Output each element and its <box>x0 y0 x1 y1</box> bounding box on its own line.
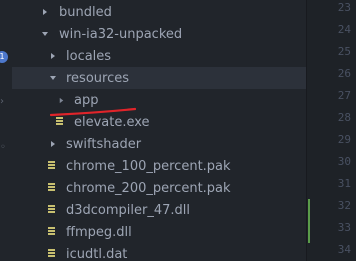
tree-item-label: ffmpeg.dll <box>66 224 132 240</box>
tree-item-label: resources <box>66 70 130 86</box>
chevron-right-icon[interactable] <box>56 95 66 105</box>
file-explorer-tree: bundled win-ia32-unpacked locales resour… <box>12 0 306 261</box>
line-number: 25 <box>337 45 351 58</box>
line-number: 33 <box>337 221 351 234</box>
tree-item-chrome-200-percent[interactable]: chrome_200_percent.pak <box>12 177 306 199</box>
chevron-down-icon[interactable] <box>40 29 50 39</box>
line-number: 23 <box>337 1 351 14</box>
tree-item-swiftshader[interactable]: swiftshader <box>12 133 306 155</box>
tree-item-label: locales <box>66 48 112 64</box>
file-icon <box>48 227 56 238</box>
line-number: 31 <box>337 177 351 190</box>
line-number: 27 <box>337 89 351 102</box>
tree-item-win-ia32-unpacked[interactable]: win-ia32-unpacked <box>12 23 306 45</box>
tree-item-locales[interactable]: locales <box>12 45 306 67</box>
file-icon <box>48 183 56 194</box>
line-number: 26 <box>337 67 351 80</box>
chevron-right-icon[interactable] <box>40 7 50 17</box>
file-icon <box>48 161 56 172</box>
git-change-marker <box>308 221 310 243</box>
source-control-icon[interactable]: ◦ <box>0 143 6 153</box>
git-change-marker <box>308 199 310 221</box>
tree-item-label: chrome_200_percent.pak <box>66 180 231 196</box>
tree-item-d3dcompiler[interactable]: d3dcompiler_47.dll <box>12 199 306 221</box>
tree-item-icudtl[interactable]: icudtl.dat <box>12 243 306 261</box>
file-icon <box>56 117 64 128</box>
tree-item-label: swiftshader <box>66 136 142 152</box>
file-icon <box>48 205 56 216</box>
chevron-right-icon[interactable] <box>48 139 58 149</box>
tree-item-label: chrome_100_percent.pak <box>66 158 231 174</box>
chevron-right-icon[interactable] <box>48 51 58 61</box>
line-number: 29 <box>337 133 351 146</box>
line-number: 32 <box>337 199 351 212</box>
line-number: 28 <box>337 111 351 124</box>
tree-item-label: bundled <box>59 4 112 20</box>
tree-item-chrome-100-percent[interactable]: chrome_100_percent.pak <box>12 155 306 177</box>
notification-badge[interactable]: 1 <box>0 51 8 63</box>
file-icon <box>48 249 56 260</box>
line-number: 24 <box>337 23 351 36</box>
tree-item-ffmpeg[interactable]: ffmpeg.dll <box>12 221 306 243</box>
chevron-down-icon[interactable] <box>48 73 58 83</box>
tree-item-label: elevate.exe <box>74 114 150 130</box>
tree-item-label: app <box>74 92 99 108</box>
tree-item-label: icudtl.dat <box>66 246 128 261</box>
tree-item-elevate-exe[interactable]: elevate.exe <box>12 111 306 133</box>
tree-item-bundled[interactable]: bundled <box>12 1 306 23</box>
line-number-gutter: 23 24 25 26 27 28 29 30 31 32 33 34 <box>306 0 356 261</box>
tree-item-app[interactable]: app <box>12 89 306 111</box>
line-number: 30 <box>337 155 351 168</box>
line-number: 34 <box>337 243 351 256</box>
tree-item-label: win-ia32-unpacked <box>59 26 183 42</box>
chevron-right-icon[interactable]: › <box>0 97 4 107</box>
tree-item-label: d3dcompiler_47.dll <box>66 202 191 218</box>
editor-window: 1 › ◦ bundled win-ia32-unpacked locales <box>0 0 356 261</box>
tree-item-resources[interactable]: resources <box>12 67 306 89</box>
activity-bar: 1 › ◦ <box>0 0 12 261</box>
